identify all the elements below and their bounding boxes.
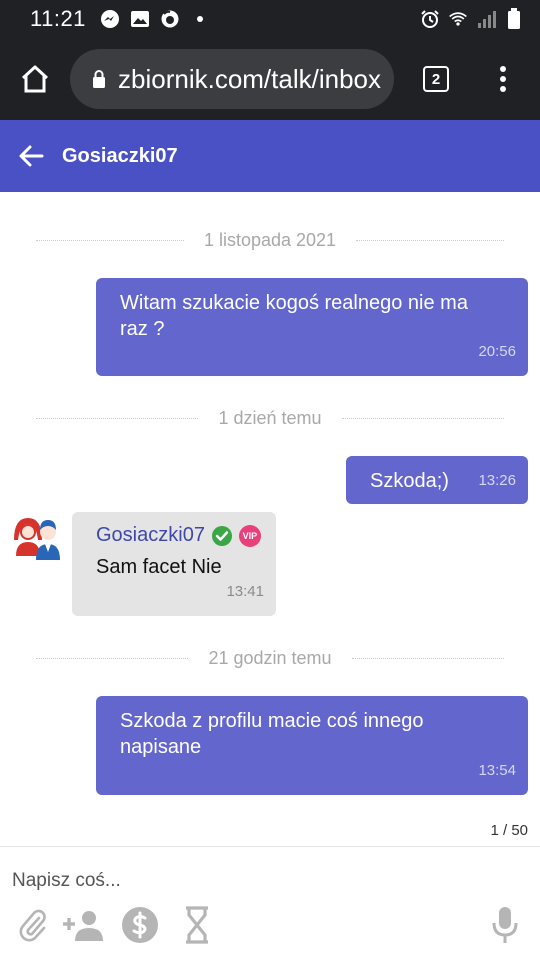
outgoing-message[interactable]: Witam szukacie kogoś realnego nie ma raz… bbox=[96, 278, 528, 376]
date-separator-label: 21 godzin temu bbox=[208, 647, 332, 668]
attach-button[interactable] bbox=[18, 905, 48, 945]
back-button[interactable] bbox=[16, 141, 46, 171]
separator-line bbox=[36, 657, 189, 659]
payment-button[interactable] bbox=[120, 905, 160, 945]
signal-icon bbox=[476, 9, 496, 29]
message-text: Szkoda z profilu macie coś innego napisa… bbox=[120, 708, 424, 760]
date-separator: 1 listopada 2021 bbox=[36, 228, 505, 252]
person-add-icon bbox=[63, 911, 103, 941]
date-separator-label: 1 listopada 2021 bbox=[203, 229, 337, 250]
message-time: 20:56 bbox=[478, 343, 516, 360]
message-sender: Gosiaczki07 VIP bbox=[96, 524, 261, 547]
add-contact-button[interactable] bbox=[60, 905, 106, 945]
lock-icon bbox=[93, 70, 105, 88]
outgoing-message[interactable]: Szkoda z profilu macie coś innego napisa… bbox=[96, 696, 528, 795]
date-separator: 21 godzin temu bbox=[36, 646, 504, 670]
message-time: 13:41 bbox=[226, 583, 264, 600]
message-text-line: napisane bbox=[120, 736, 202, 758]
alarm-icon bbox=[420, 9, 440, 29]
separator-line bbox=[356, 239, 505, 241]
message-text: Szkoda;) bbox=[370, 470, 449, 492]
separator-line bbox=[351, 657, 504, 659]
wifi-icon bbox=[448, 9, 468, 29]
incoming-message[interactable]: Gosiaczki07 VIP Sam facet Nie 13:41 bbox=[72, 512, 276, 616]
home-icon bbox=[21, 65, 49, 93]
voice-input-button[interactable] bbox=[490, 905, 520, 945]
firefox-icon bbox=[160, 9, 180, 29]
sender-name[interactable]: Gosiaczki07 bbox=[96, 524, 205, 547]
conversation-title: Gosiaczki07 bbox=[62, 144, 178, 167]
browser-toolbar: zbiornik.com/talk/inbox 2 bbox=[0, 38, 540, 120]
status-bar: 11:21 bbox=[0, 0, 540, 38]
message-composer bbox=[0, 846, 540, 960]
battery-icon bbox=[504, 8, 524, 29]
page-counter: 1 / 50 bbox=[490, 822, 528, 839]
message-time: 13:54 bbox=[478, 762, 516, 779]
browser-menu-button[interactable] bbox=[478, 38, 528, 120]
separator-line bbox=[341, 417, 504, 419]
vip-badge: VIP bbox=[238, 524, 261, 547]
address-bar[interactable]: zbiornik.com/talk/inbox bbox=[70, 49, 394, 109]
message-text-line: Szkoda z profilu macie coś innego bbox=[120, 710, 424, 732]
hourglass-icon bbox=[186, 906, 208, 944]
timer-button[interactable] bbox=[180, 905, 214, 945]
dollar-coin-icon bbox=[122, 907, 158, 943]
message-text-line: raz ? bbox=[120, 318, 165, 340]
microphone-icon bbox=[492, 907, 518, 943]
chat-header: Gosiaczki07 bbox=[0, 120, 540, 192]
separator-line bbox=[36, 417, 199, 419]
dot-icon bbox=[190, 9, 210, 29]
status-time: 11:21 bbox=[30, 6, 86, 31]
more-vert-icon bbox=[500, 66, 506, 92]
message-input[interactable] bbox=[12, 867, 492, 895]
status-system-icons bbox=[420, 8, 524, 29]
messenger-icon bbox=[100, 9, 120, 29]
tab-count: 2 bbox=[423, 66, 449, 92]
home-button[interactable] bbox=[0, 38, 70, 120]
date-separator-label: 1 dzień temu bbox=[218, 407, 322, 428]
arrow-back-icon bbox=[19, 145, 44, 167]
separator-line bbox=[36, 239, 184, 241]
message-text: Witam szukacie kogoś realnego nie ma raz… bbox=[120, 290, 468, 342]
url-text: zbiornik.com/talk/inbox bbox=[118, 63, 381, 94]
avatar[interactable] bbox=[12, 512, 62, 562]
tabs-button[interactable]: 2 bbox=[394, 38, 478, 120]
status-notification-icons bbox=[100, 9, 210, 29]
paperclip-icon bbox=[19, 909, 46, 942]
message-text: Sam facet Nie bbox=[96, 556, 222, 578]
verified-icon bbox=[211, 525, 232, 546]
message-time: 13:26 bbox=[478, 472, 516, 489]
gallery-icon bbox=[130, 9, 150, 29]
date-separator: 1 dzień temu bbox=[36, 406, 504, 430]
message-text-line: Witam szukacie kogoś realnego nie ma bbox=[120, 292, 468, 314]
outgoing-message[interactable]: Szkoda;) 13:26 bbox=[346, 456, 528, 504]
